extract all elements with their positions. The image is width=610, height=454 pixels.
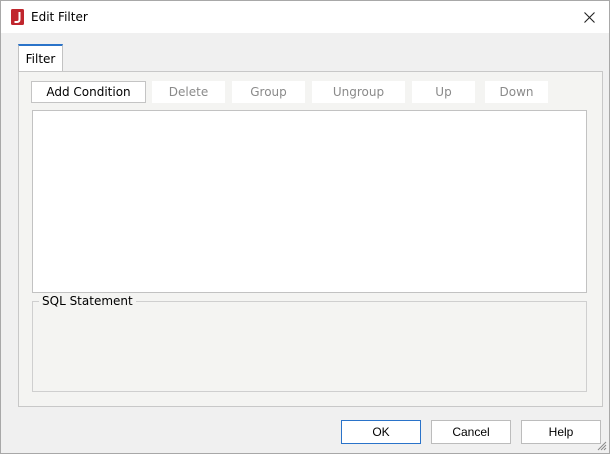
edit-filter-dialog: Edit Filter Filter Add Condition Delete …	[0, 0, 610, 454]
sql-statement-group: SQL Statement	[32, 294, 587, 392]
close-button[interactable]	[569, 1, 609, 33]
help-button[interactable]: Help	[521, 420, 601, 444]
ok-button[interactable]: OK	[341, 420, 421, 444]
filter-panel: Add Condition Delete Group Ungroup Up Do…	[18, 71, 603, 407]
ungroup-button[interactable]: Ungroup	[312, 81, 405, 103]
up-button[interactable]: Up	[412, 81, 475, 103]
sql-statement-label: SQL Statement	[39, 294, 136, 308]
down-button[interactable]: Down	[485, 81, 548, 103]
resize-grip-icon[interactable]	[597, 441, 607, 451]
delete-button[interactable]: Delete	[152, 81, 225, 103]
add-condition-button[interactable]: Add Condition	[31, 81, 146, 103]
condition-list[interactable]	[32, 110, 587, 293]
title-bar: Edit Filter	[1, 1, 609, 33]
tab-filter[interactable]: Filter	[18, 44, 63, 71]
window-title: Edit Filter	[31, 10, 88, 24]
cancel-button[interactable]: Cancel	[431, 420, 511, 444]
close-icon	[583, 11, 595, 23]
j-logo-icon	[11, 9, 24, 25]
group-button[interactable]: Group	[232, 81, 305, 103]
